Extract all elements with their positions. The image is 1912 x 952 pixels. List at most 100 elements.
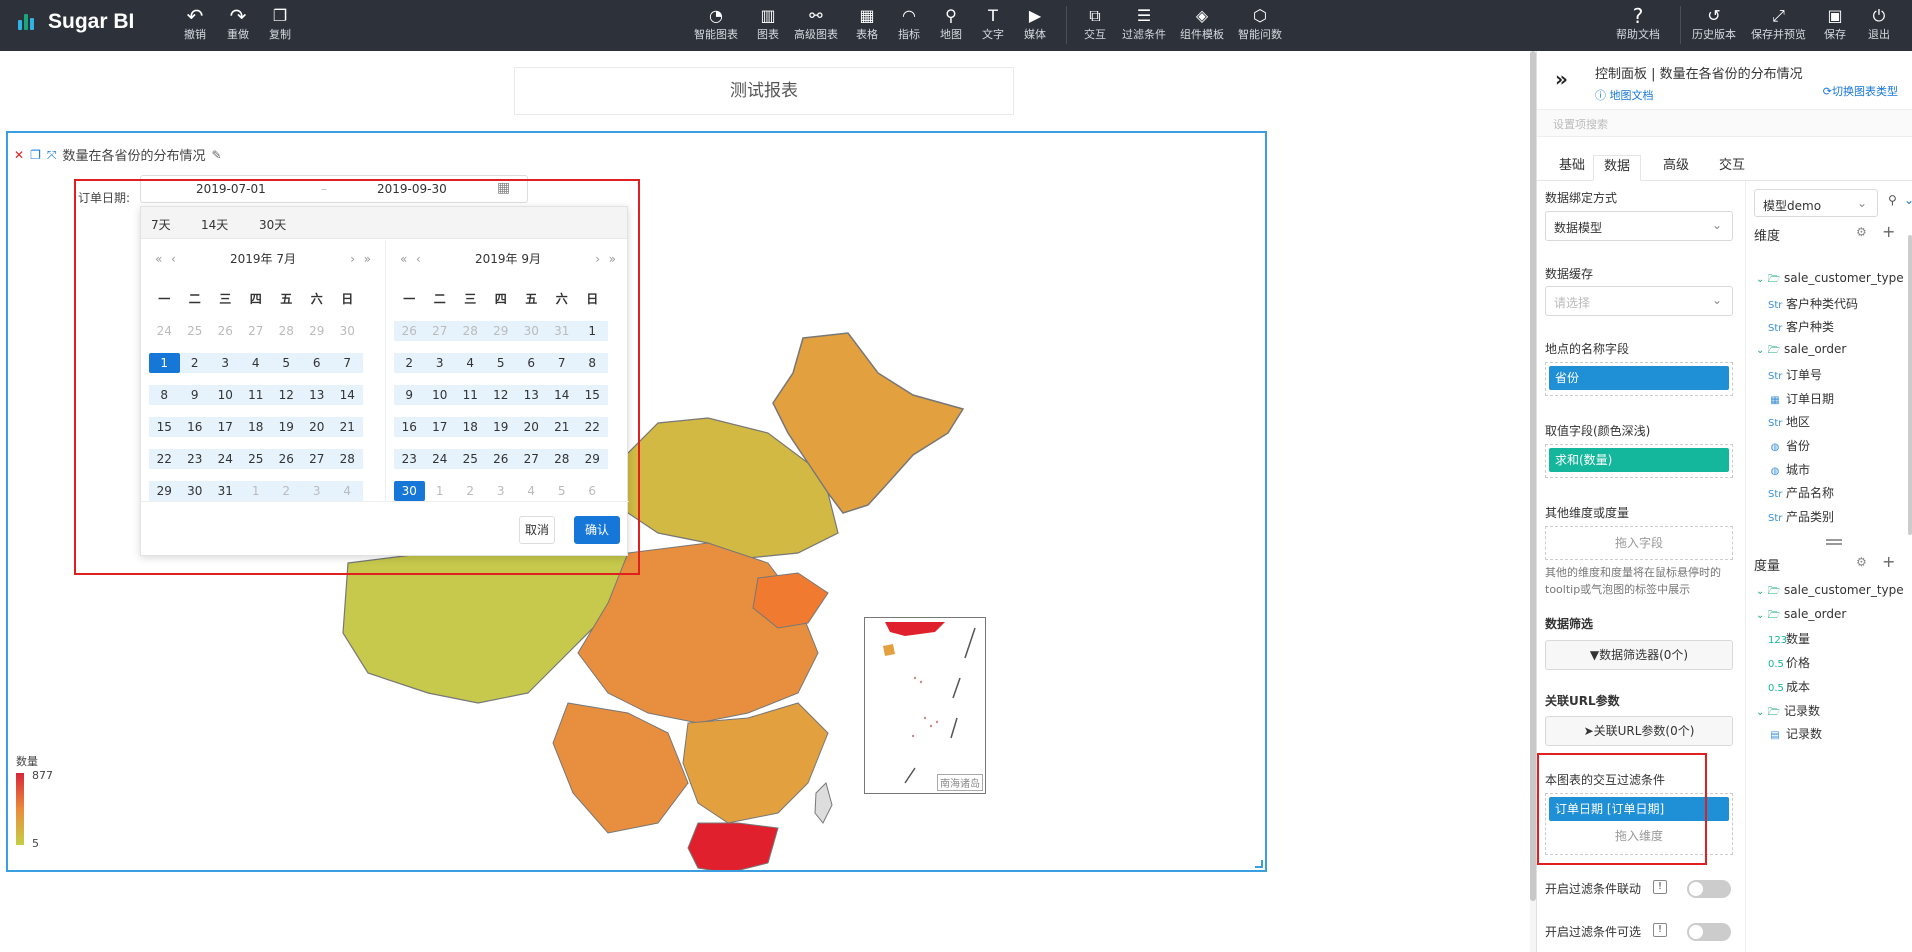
selectable-toggle[interactable] (1687, 923, 1731, 941)
settings-search-input[interactable]: 设置项搜索 (1537, 109, 1912, 137)
drag-handle-icon[interactable] (1826, 539, 1842, 545)
field-item[interactable]: 0.5 成本 (1768, 678, 1810, 695)
field-label: 价格 (1786, 656, 1811, 671)
toggle-selectable-label: 开启过滤条件可选 (1545, 925, 1642, 939)
field-list-scrollbar[interactable] (1908, 235, 1912, 535)
field-item[interactable]: ◍ 城市 (1768, 461, 1810, 478)
component-template-button[interactable]: ◈ 组件模板 (1180, 6, 1224, 42)
field-item[interactable]: 0.5 价格 (1768, 654, 1810, 671)
value-field-pill[interactable]: 求和(数量) (1549, 448, 1729, 472)
field-item[interactable]: Str 订单号 (1768, 366, 1822, 383)
field-label: 客户种类 (1786, 320, 1835, 335)
copy-button[interactable]: ❐ 复制 (269, 6, 291, 42)
undo-button[interactable]: ↶ 撤销 (184, 6, 206, 42)
field-group[interactable]: ⌄ 🗁 sale_order (1756, 607, 1846, 625)
other-note: 其他的维度和度量将在鼠标悬停时的tooltip或气泡图的标签中展示 (1545, 566, 1721, 596)
field-label: 城市 (1786, 462, 1811, 477)
fullscreen-icon[interactable]: ⤧ (47, 148, 57, 162)
send-icon: ➤ (1583, 724, 1594, 738)
save-preview-button[interactable]: ⤢ 保存并预览 (1751, 6, 1806, 42)
field-item[interactable]: Str 地区 (1768, 413, 1810, 430)
data-filter-button[interactable]: ▼数据筛选器(0个) (1545, 640, 1733, 670)
tab-advanced[interactable]: 高级 (1653, 155, 1699, 181)
field-item[interactable]: Str 产品类别 (1768, 508, 1834, 525)
map-region-southwest[interactable] (552, 702, 689, 834)
map-doc-link[interactable]: ⓘ 地图文档 (1595, 87, 1654, 103)
table-button[interactable]: ▦ 表格 (856, 6, 878, 42)
interaction-button[interactable]: ⧉ 交互 (1084, 6, 1106, 42)
media-button[interactable]: ▶ 媒体 (1024, 6, 1046, 42)
smart-query-icon: ⬡ (1253, 6, 1267, 25)
save-button[interactable]: ▣ 保存 (1824, 6, 1846, 42)
binding-select[interactable]: 数据模型 ⌄ (1545, 211, 1733, 241)
string-type-icon: Str (1768, 489, 1783, 501)
field-group[interactable]: ⌄ 🗁 sale_order (1756, 342, 1846, 360)
field-item[interactable]: ▦ 订单日期 (1768, 390, 1834, 407)
filter-condition-button[interactable]: ☰ 过滤条件 (1122, 6, 1166, 42)
model-select[interactable]: 模型demo ⌄ (1754, 189, 1878, 217)
advanced-chart-button[interactable]: ⚯ 高级图表 (794, 6, 838, 42)
chart-button[interactable]: ▥ 图表 (757, 6, 779, 42)
tab-basic[interactable]: 基础 (1549, 155, 1595, 181)
location-field-pill[interactable]: 省份 (1549, 366, 1729, 390)
folder-icon: ⌄ 🗁 (1756, 609, 1780, 621)
resize-handle[interactable] (1255, 860, 1263, 868)
info-icon[interactable]: ! (1653, 923, 1667, 937)
add-measure-icon[interactable]: + (1882, 552, 1895, 571)
linkage-toggle[interactable] (1687, 880, 1731, 898)
history-icon: ↺ (1707, 6, 1721, 25)
map-widget[interactable]: ✕ ❐ ⤧ 数量在各省份的分布情况 ✎ 订单日期: 2019-07-01 – 2… (6, 131, 1267, 872)
info-icon[interactable]: ! (1653, 880, 1667, 894)
smart-chart-button[interactable]: ◔ 智能图表 (694, 6, 738, 42)
field-label: 省份 (1786, 438, 1811, 453)
field-item[interactable]: Str 客户种类代码 (1768, 295, 1858, 312)
record-type-icon: ▤ (1770, 730, 1780, 742)
location-label: 地点的名称字段 (1545, 342, 1630, 356)
dimensions-title: 维度 (1754, 229, 1781, 244)
exit-button[interactable]: ⏻ 退出 (1868, 6, 1890, 42)
edit-pencil-icon[interactable]: ✎ (211, 148, 221, 162)
collapse-panel-icon[interactable]: » (1555, 67, 1568, 91)
string-type-icon: Str (1768, 370, 1783, 382)
location-dropzone[interactable]: 省份 (1545, 362, 1733, 396)
folder-icon: ⌄ 🗁 (1756, 706, 1780, 718)
value-dropzone[interactable]: 求和(数量) (1545, 444, 1733, 478)
add-dimension-icon[interactable]: + (1882, 222, 1895, 241)
tab-interaction[interactable]: 交互 (1709, 155, 1755, 181)
report-title[interactable]: 测试报表 (514, 67, 1014, 115)
map-region-taiwan[interactable] (814, 782, 833, 824)
field-label: sale_order (1784, 606, 1847, 621)
map-region-guangdong[interactable] (687, 822, 779, 870)
duplicate-icon[interactable]: ❐ (30, 148, 41, 162)
field-item[interactable]: Str 产品名称 (1768, 484, 1834, 501)
field-group[interactable]: ⌄ 🗁 记录数 (1756, 702, 1820, 722)
search-icon[interactable]: ⚲ (1888, 193, 1897, 207)
history-button[interactable]: ↺ 历史版本 (1692, 6, 1736, 42)
chevron-down-icon[interactable]: ⌄ (1904, 193, 1912, 207)
field-group[interactable]: ⌄ 🗁 sale_customer_type (1756, 583, 1904, 601)
field-item[interactable]: Str 客户种类 (1768, 318, 1834, 335)
gauge-button[interactable]: ◠ 指标 (898, 6, 920, 42)
text-button[interactable]: T 文字 (982, 6, 1004, 42)
switch-chart-type-link[interactable]: ⟳切换图表类型 (1823, 83, 1898, 99)
help-doc-button[interactable]: ? 帮助文档 (1616, 6, 1660, 42)
help-icon: ? (1632, 4, 1644, 28)
url-param-button[interactable]: ➤关联URL参数(0个) (1545, 716, 1733, 746)
close-icon[interactable]: ✕ (14, 148, 24, 162)
field-group[interactable]: ⌄ 🗁 sale_customer_type (1756, 271, 1904, 289)
cache-select[interactable]: 请选择 ⌄ (1545, 286, 1733, 316)
redo-button[interactable]: ↷ 重做 (227, 6, 249, 42)
measures-title: 度量 (1754, 559, 1781, 574)
field-item[interactable]: ▤ 记录数 (1768, 725, 1822, 742)
tab-data[interactable]: 数据 (1593, 155, 1642, 181)
chevron-down-icon: ⌄ (1711, 293, 1722, 307)
panel-tabs: 基础 数据 高级 交互 (1537, 151, 1912, 181)
field-item[interactable]: 123数量 (1768, 630, 1810, 647)
field-label: 产品名称 (1786, 486, 1835, 501)
settings-icon[interactable]: ⚙ (1856, 225, 1867, 239)
field-item[interactable]: ◍ 省份 (1768, 437, 1810, 454)
other-dropzone[interactable]: 拖入字段 (1545, 526, 1733, 560)
smart-query-button[interactable]: ⬡ 智能问数 (1238, 6, 1282, 42)
settings-icon[interactable]: ⚙ (1856, 555, 1867, 569)
map-button[interactable]: ⚲ 地图 (940, 6, 962, 42)
